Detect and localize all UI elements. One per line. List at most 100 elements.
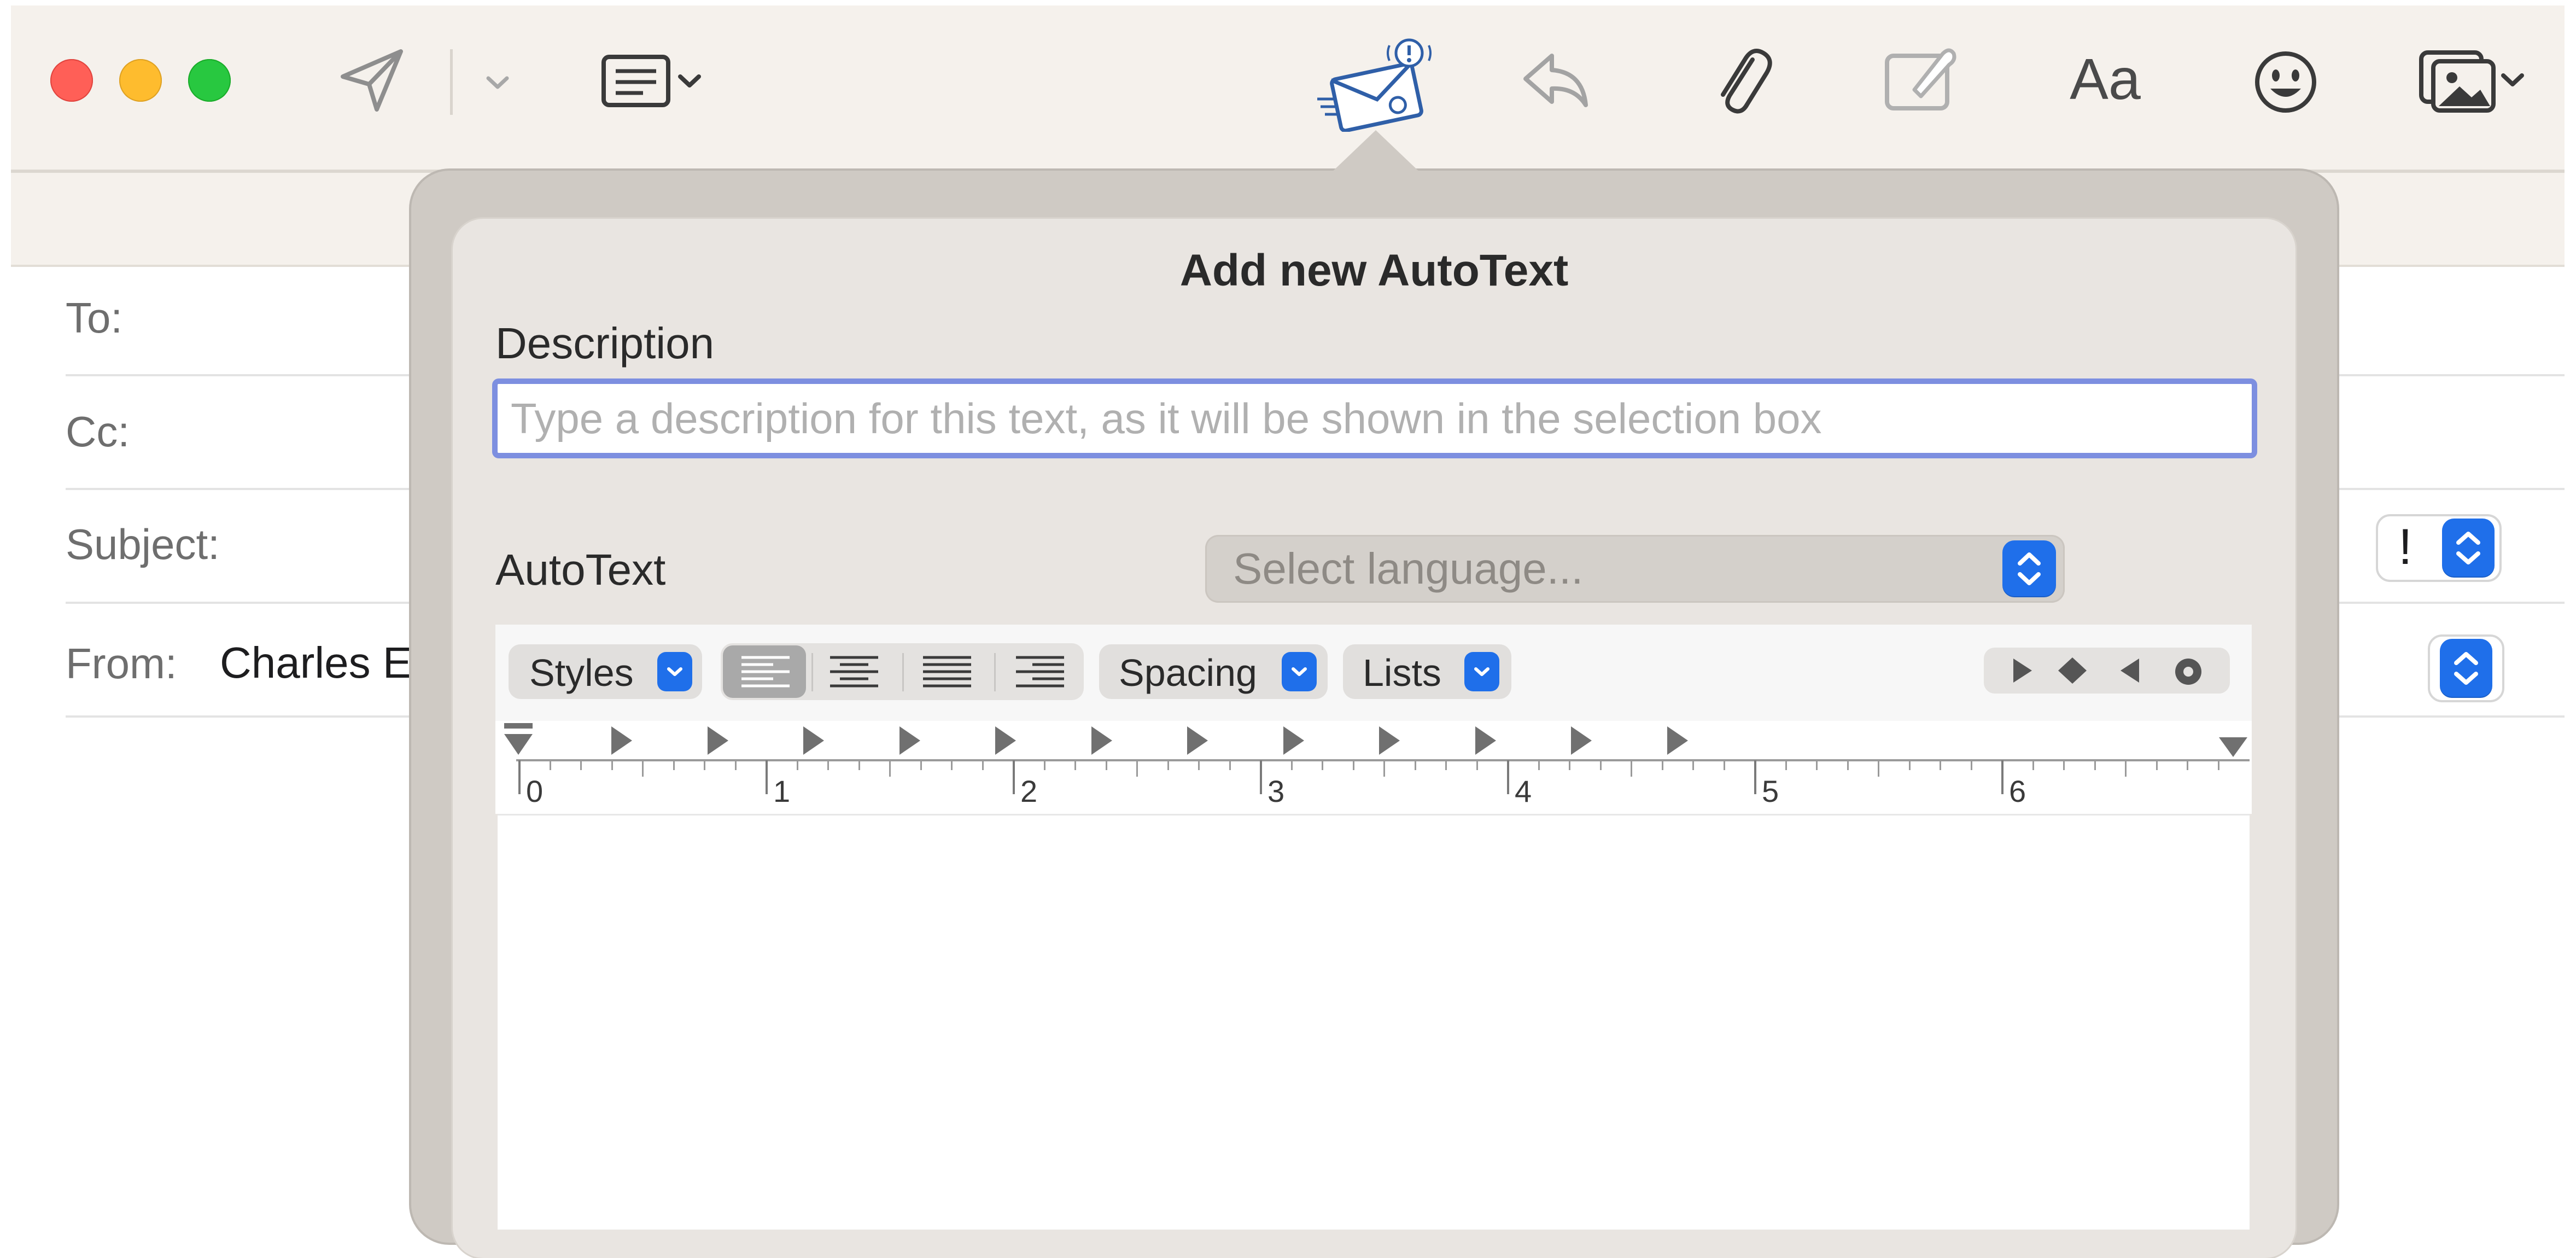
header-fields-button[interactable]: [588, 45, 714, 116]
ruler-major-tick: [2001, 760, 2003, 794]
ruler-number: 2: [1020, 774, 1038, 808]
ruler-minor-tick: [1198, 760, 1200, 770]
chevron-down-icon: [1474, 667, 1489, 676]
align-right-button[interactable]: [1015, 654, 1065, 692]
reply-icon: [1523, 54, 1588, 107]
tab-stop-marker[interactable]: [995, 726, 1016, 755]
ruler-minor-tick: [1785, 760, 1787, 770]
window-minimize-button[interactable]: [119, 59, 162, 102]
chevron-down-icon: [667, 667, 682, 676]
ruler-minor-tick: [1105, 760, 1107, 770]
up-down-chevron-icon: [2456, 532, 2480, 564]
tab-stop-marker[interactable]: [803, 726, 824, 755]
align-center-button[interactable]: [829, 654, 879, 692]
ruler-minor-tick: [1847, 760, 1849, 770]
ruler-minor-tick: [1908, 760, 1911, 770]
ruler-minor-tick: [1290, 760, 1293, 770]
ruler-minor-tick: [1970, 760, 1972, 770]
autotext-label: AutoText: [495, 545, 666, 594]
chevron-down-icon: [2501, 73, 2524, 86]
chevron-down-icon: [678, 74, 701, 88]
markup-button: [1879, 38, 1961, 120]
triangle-right-icon: [2013, 659, 2032, 683]
ruler-minor-tick: [1136, 760, 1138, 777]
language-stepper-button[interactable]: [2002, 540, 2056, 597]
segment-divider: [902, 653, 904, 691]
send-options-button[interactable]: [476, 60, 519, 104]
align-justify-button[interactable]: [922, 654, 972, 692]
decimal-tab-icon: [2175, 659, 2201, 685]
ruler-number: 0: [526, 774, 544, 808]
decimal-tab-button[interactable]: [2173, 656, 2204, 690]
paperclip-icon: [1721, 49, 1772, 114]
ruler-minor-tick: [827, 760, 829, 770]
right-tab-button[interactable]: [2117, 656, 2145, 688]
align-left-button[interactable]: [740, 654, 791, 692]
ruler-minor-tick: [1878, 760, 1879, 777]
ruler-number: 4: [1515, 774, 1532, 808]
right-indent-marker[interactable]: [2217, 735, 2250, 762]
tab-stop-marker[interactable]: [1379, 726, 1400, 755]
reply-button: [1515, 43, 1597, 119]
window-zoom-button[interactable]: [188, 59, 231, 102]
left-tab-button[interactable]: [2008, 656, 2035, 688]
send-button[interactable]: [334, 39, 410, 121]
description-input[interactable]: [492, 378, 2257, 458]
tab-stop-marker[interactable]: [899, 726, 920, 755]
tab-stop-marker[interactable]: [1667, 726, 1688, 755]
format-button[interactable]: Aa: [2056, 38, 2154, 120]
ruler-minor-tick: [704, 760, 705, 770]
spacing-dropdown-button[interactable]: [1282, 652, 1317, 691]
priority-stepper-button[interactable]: [2442, 519, 2495, 578]
to-label: To:: [66, 294, 123, 342]
emoji-icon: [2255, 51, 2316, 113]
emoji-button[interactable]: [2247, 44, 2324, 120]
ruler-major-tick: [1260, 760, 1262, 794]
first-line-indent-marker[interactable]: [502, 722, 535, 763]
ruler: [495, 721, 2252, 814]
ruler-minor-tick: [889, 760, 891, 777]
tab-stop-marker[interactable]: [1091, 726, 1112, 755]
ruler-major-tick: [1013, 760, 1015, 794]
align-left-icon: [741, 656, 790, 688]
up-down-chevron-icon: [2018, 552, 2041, 585]
ruler-number: 6: [2009, 774, 2026, 808]
ruler-minor-tick: [642, 760, 644, 777]
tab-stop-marker[interactable]: [611, 726, 632, 755]
ruler-minor-tick: [1229, 760, 1231, 770]
styles-dropdown-button[interactable]: [657, 652, 692, 691]
tab-stop-marker[interactable]: [1283, 726, 1304, 755]
from-stepper-button[interactable]: [2440, 639, 2492, 698]
send-icon: [341, 49, 403, 112]
tab-stop-marker[interactable]: [707, 726, 728, 755]
ruler-minor-tick: [734, 760, 737, 770]
spacing-label: Spacing: [1119, 651, 1257, 694]
ruler-number: 3: [1267, 774, 1285, 808]
photo-browser-button[interactable]: [2406, 38, 2537, 120]
ruler-minor-tick: [2187, 760, 2188, 770]
popover-title: Add new AutoText: [1179, 246, 1569, 295]
ruler-minor-tick: [1074, 760, 1076, 770]
diamond-icon: [2058, 657, 2087, 684]
ruler-minor-tick: [1538, 760, 1540, 770]
up-down-chevron-icon: [2454, 652, 2478, 685]
indent-marker-icon: [504, 723, 533, 755]
cc-label: Cc:: [66, 407, 130, 456]
align-center-icon: [830, 656, 878, 688]
ruler-minor-tick: [611, 760, 613, 770]
ruler-minor-tick: [982, 760, 984, 770]
tab-stop-marker[interactable]: [1187, 726, 1208, 755]
ruler-minor-tick: [1322, 760, 1323, 770]
ruler-minor-tick: [1352, 760, 1354, 770]
ruler-major-tick: [1507, 760, 1509, 794]
autotext-editor[interactable]: [498, 814, 2250, 1230]
from-account-value[interactable]: Charles E: [220, 638, 412, 688]
window-close-button[interactable]: [50, 59, 93, 102]
priority-mail-button[interactable]: [1311, 31, 1440, 135]
lists-dropdown-button[interactable]: [1464, 652, 1499, 691]
attach-button[interactable]: [1699, 38, 1781, 120]
center-tab-button[interactable]: [2056, 656, 2089, 688]
tab-stop-marker[interactable]: [1571, 726, 1592, 755]
tab-stop-marker[interactable]: [1475, 726, 1496, 755]
segment-divider: [811, 653, 813, 691]
